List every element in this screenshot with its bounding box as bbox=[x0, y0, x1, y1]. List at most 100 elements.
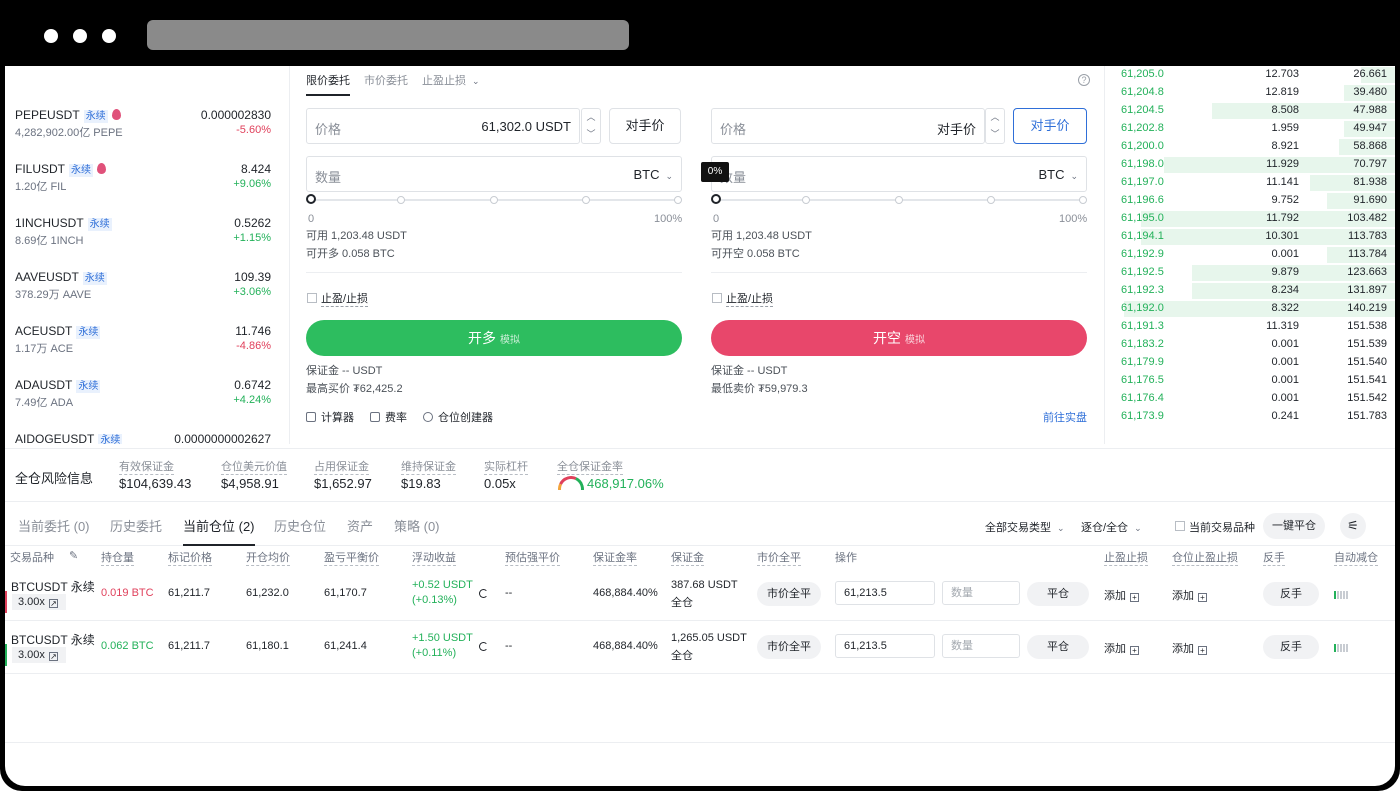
tab-assets[interactable]: 资产 bbox=[347, 516, 373, 535]
trade-type-filter[interactable]: 全部交易类型 ⌄ bbox=[985, 519, 1065, 535]
buy-counterparty-price-button[interactable]: 对手价 bbox=[609, 108, 681, 144]
sell-counterparty-price-button[interactable]: 对手价 bbox=[1013, 108, 1087, 144]
close-position-button[interactable]: 平仓 bbox=[1027, 635, 1089, 659]
position-symbol[interactable]: BTCUSDT 永续 bbox=[11, 578, 95, 595]
slider-tick[interactable] bbox=[1079, 196, 1087, 204]
close-price-input[interactable]: 61,213.5 bbox=[835, 581, 935, 605]
orderbook-row[interactable]: 61,192.3 8.234 131.897 bbox=[1113, 282, 1395, 300]
tab-limit-order[interactable]: 限价委托 bbox=[306, 72, 350, 96]
orderbook-row[interactable]: 61,192.5 9.879 123.663 bbox=[1113, 264, 1395, 282]
orderbook-row[interactable]: 61,202.8 1.959 49.947 bbox=[1113, 120, 1395, 138]
leverage-badge[interactable]: 3.00x ↗ bbox=[12, 594, 66, 610]
market-row[interactable]: AAVEUSDT 永续 378.29万 AAVE 109.39 +3.06% bbox=[5, 270, 289, 324]
market-close-button[interactable]: 市价全平 bbox=[757, 582, 821, 606]
add-position-tpsl-button[interactable]: 添加 + bbox=[1172, 587, 1207, 603]
orderbook-row[interactable]: 61,195.0 11.792 103.482 bbox=[1113, 210, 1395, 228]
chevron-down-icon[interactable]: ﹀ bbox=[986, 126, 1004, 143]
position-symbol[interactable]: BTCUSDT 永续 bbox=[11, 631, 95, 648]
add-position-tpsl-button[interactable]: 添加 + bbox=[1172, 640, 1207, 656]
margin-mode-filter[interactable]: 逐仓/全仓 ⌄ bbox=[1081, 519, 1142, 535]
market-row[interactable]: 1INCHUSDT 永续 8.69亿 1INCH 0.5262 +1.15% bbox=[5, 216, 289, 270]
orderbook-row[interactable]: 61,204.5 8.508 47.988 bbox=[1113, 102, 1395, 120]
sell-percent-slider[interactable] bbox=[711, 194, 1087, 206]
buy-tpsl-label[interactable]: 止盈/止损 bbox=[321, 290, 369, 307]
market-close-button[interactable]: 市价全平 bbox=[757, 635, 821, 659]
close-position-button[interactable]: 平仓 bbox=[1027, 582, 1089, 606]
add-tpsl-button[interactable]: 添加 + bbox=[1104, 640, 1139, 656]
slider-tick[interactable] bbox=[895, 196, 903, 204]
slider-tick[interactable] bbox=[397, 196, 405, 204]
help-icon[interactable]: ? bbox=[1078, 74, 1090, 86]
tab-tpsl-order[interactable]: 止盈止损 ⌄ bbox=[422, 72, 480, 88]
sell-tpsl-label[interactable]: 止盈/止损 bbox=[726, 290, 774, 307]
sell-tpsl-checkbox[interactable] bbox=[712, 293, 722, 303]
fee-rate-button[interactable]: 费率 bbox=[370, 409, 407, 425]
add-tpsl-button[interactable]: 添加 + bbox=[1104, 587, 1139, 603]
address-bar[interactable] bbox=[147, 20, 629, 50]
orderbook-row[interactable]: 61,198.0 11.929 70.797 bbox=[1113, 156, 1395, 174]
orderbook-row[interactable]: 61,205.0 12.703 26.661 bbox=[1113, 66, 1395, 84]
orderbook-row[interactable]: 61,192.0 8.322 140.219 bbox=[1113, 300, 1395, 318]
close-quantity-input[interactable]: 数量 bbox=[942, 581, 1020, 605]
reverse-position-button[interactable]: 反手 bbox=[1263, 635, 1319, 659]
settings-sliders-icon[interactable]: ⚟ bbox=[1340, 513, 1366, 539]
slider-tick[interactable] bbox=[582, 196, 590, 204]
orderbook-row[interactable]: 61,173.9 0.241 151.783 bbox=[1113, 408, 1395, 426]
slider-knob[interactable] bbox=[306, 194, 316, 204]
chevron-down-icon[interactable]: ﹀ bbox=[582, 126, 600, 143]
sell-price-stepper[interactable]: ︿ ﹀ bbox=[985, 108, 1005, 144]
buy-quantity-input[interactable]: 数量 BTC ⌄ bbox=[306, 156, 682, 192]
open-long-button[interactable]: 开多 模拟 bbox=[306, 320, 682, 356]
pin-icon[interactable]: ✎ bbox=[69, 549, 78, 562]
orderbook-row[interactable]: 61,191.3 11.319 151.538 bbox=[1113, 318, 1395, 336]
orderbook-row[interactable]: 61,179.9 0.001 151.540 bbox=[1113, 354, 1395, 372]
orderbook-row[interactable]: 61,176.4 0.001 151.542 bbox=[1113, 390, 1395, 408]
tab-order-history[interactable]: 历史委托 bbox=[110, 516, 162, 535]
tab-market-order[interactable]: 市价委托 bbox=[364, 72, 408, 88]
share-pnl-icon[interactable] bbox=[479, 642, 488, 651]
close-all-button[interactable]: 一键平仓 bbox=[1263, 513, 1325, 539]
market-row[interactable]: 1,772,621.45亿 SHIB+7.35% bbox=[5, 66, 289, 106]
sell-price-input[interactable]: 价格 对手价 bbox=[711, 108, 985, 144]
slider-tick[interactable] bbox=[674, 196, 682, 204]
buy-price-stepper[interactable]: ︿ ﹀ bbox=[581, 108, 601, 144]
orderbook-row[interactable]: 61,183.2 0.001 151.539 bbox=[1113, 336, 1395, 354]
orderbook-row[interactable]: 61,197.0 11.141 81.938 bbox=[1113, 174, 1395, 192]
orderbook-row[interactable]: 61,194.1 10.301 113.783 bbox=[1113, 228, 1395, 246]
slider-tick[interactable] bbox=[802, 196, 810, 204]
buy-tpsl-checkbox[interactable] bbox=[307, 293, 317, 303]
tab-current-positions[interactable]: 当前仓位 (2) bbox=[183, 516, 255, 546]
open-short-button[interactable]: 开空 模拟 bbox=[711, 320, 1087, 356]
buy-price-input[interactable]: 价格 61,302.0 USDT bbox=[306, 108, 580, 144]
orderbook-row[interactable]: 61,192.9 0.001 113.784 bbox=[1113, 246, 1395, 264]
tab-position-history[interactable]: 历史仓位 bbox=[274, 516, 326, 535]
calculator-button[interactable]: 计算器 bbox=[306, 409, 354, 425]
market-row[interactable]: AIDOGEUSDT 永续 0.0000000002627 bbox=[5, 432, 289, 444]
slider-tick[interactable] bbox=[987, 196, 995, 204]
slider-tick[interactable] bbox=[490, 196, 498, 204]
sell-quantity-input[interactable]: 数量 BTC ⌄ bbox=[711, 156, 1087, 192]
buy-percent-slider[interactable] bbox=[306, 194, 682, 206]
close-price-input[interactable]: 61,213.5 bbox=[835, 634, 935, 658]
buy-unit-select[interactable]: BTC ⌄ bbox=[633, 167, 673, 182]
orderbook-row[interactable]: 61,176.5 0.001 151.541 bbox=[1113, 372, 1395, 390]
orderbook-row[interactable]: 61,204.8 12.819 39.480 bbox=[1113, 84, 1395, 102]
orderbook-row[interactable]: 61,200.0 8.921 58.868 bbox=[1113, 138, 1395, 156]
orderbook-row[interactable]: 61,196.6 9.752 91.690 bbox=[1113, 192, 1395, 210]
reverse-position-button[interactable]: 反手 bbox=[1263, 582, 1319, 606]
share-pnl-icon[interactable] bbox=[479, 589, 488, 598]
slider-knob[interactable] bbox=[711, 194, 721, 204]
leverage-badge[interactable]: 3.00x ↗ bbox=[12, 647, 66, 663]
chevron-up-icon[interactable]: ︿ bbox=[582, 109, 600, 126]
current-symbol-checkbox[interactable] bbox=[1175, 521, 1185, 531]
chevron-up-icon[interactable]: ︿ bbox=[986, 109, 1004, 126]
position-builder-button[interactable]: 仓位创建器 bbox=[423, 409, 493, 425]
go-live-link[interactable]: 前往实盘 bbox=[1043, 409, 1087, 425]
tab-open-orders[interactable]: 当前委托 (0) bbox=[18, 516, 90, 535]
market-row[interactable]: ADAUSDT 永续 7.49亿 ADA 0.6742 +4.24% bbox=[5, 378, 289, 432]
tab-strategies[interactable]: 策略 (0) bbox=[394, 516, 440, 535]
sell-unit-select[interactable]: BTC ⌄ bbox=[1038, 167, 1078, 182]
market-row[interactable]: ACEUSDT 永续 1.17万 ACE 11.746 -4.86% bbox=[5, 324, 289, 378]
market-row[interactable]: FILUSDT 永续 1.20亿 FIL 8.424 +9.06% bbox=[5, 162, 289, 216]
market-row[interactable]: PEPEUSDT 永续 4,282,902.00亿 PEPE 0.000002830 -… bbox=[5, 108, 289, 162]
